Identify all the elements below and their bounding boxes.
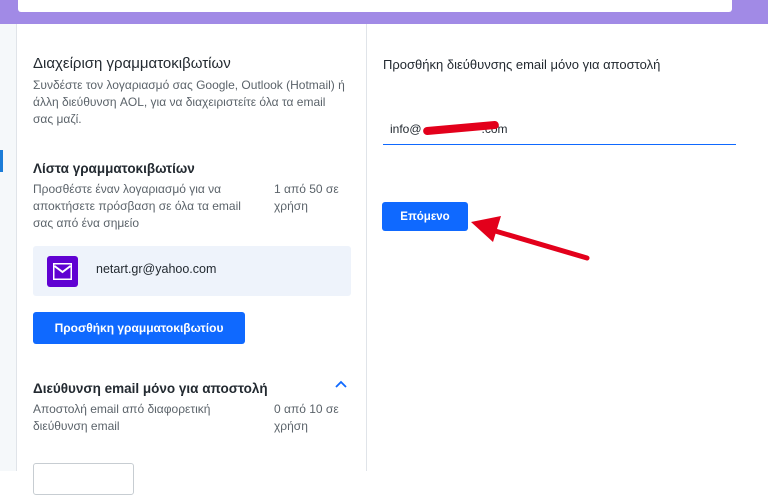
arrow-annotation-icon: [471, 216, 590, 261]
left-rail: [0, 24, 17, 471]
mailbox-email: netart.gr@yahoo.com: [96, 262, 217, 276]
panel-title: Διαχείριση γραμματοκιβωτίων: [33, 55, 231, 72]
sendonly-count: 0 από 10 σε χρήση: [274, 402, 339, 433]
add-sendonly-panel: Προσθήκη διεύθυνσης email μόνο για αποστ…: [367, 24, 768, 471]
sendonly-title: Διεύθυνση email μόνο για αποστολή: [33, 381, 268, 396]
add-sendonly-button[interactable]: [33, 463, 134, 495]
top-bar: [0, 0, 768, 24]
add-sendonly-title: Προσθήκη διεύθυνσης email μόνο για αποστ…: [383, 57, 661, 72]
mailbox-list-description: Προσθέστε έναν λογαριασμό για να αποκτήσ…: [33, 182, 241, 230]
mailbox-settings-panel: Διαχείριση γραμματοκιβωτίων Συνδέστε τον…: [17, 24, 367, 495]
sendonly-description: Αποστολή email από διαφορετική διεύθυνση…: [33, 402, 211, 433]
next-button[interactable]: Επόμενο: [382, 202, 468, 231]
search-bar[interactable]: [18, 0, 732, 12]
mailbox-item[interactable]: netart.gr@yahoo.com: [33, 246, 351, 296]
mailbox-count: 1 από 50 σε χρήση: [274, 182, 339, 213]
rail-selection-marker: [0, 150, 3, 172]
mail-icon: [47, 256, 78, 287]
add-mailbox-button[interactable]: Προσθήκη γραμματοκιβωτίου: [33, 312, 245, 344]
panel-description: Συνδέστε τον λογαριασμό σας Google, Outl…: [33, 78, 345, 126]
mailbox-list-title: Λίστα γραμματοκιβωτίων: [33, 161, 195, 176]
chevron-up-icon[interactable]: [335, 380, 347, 388]
